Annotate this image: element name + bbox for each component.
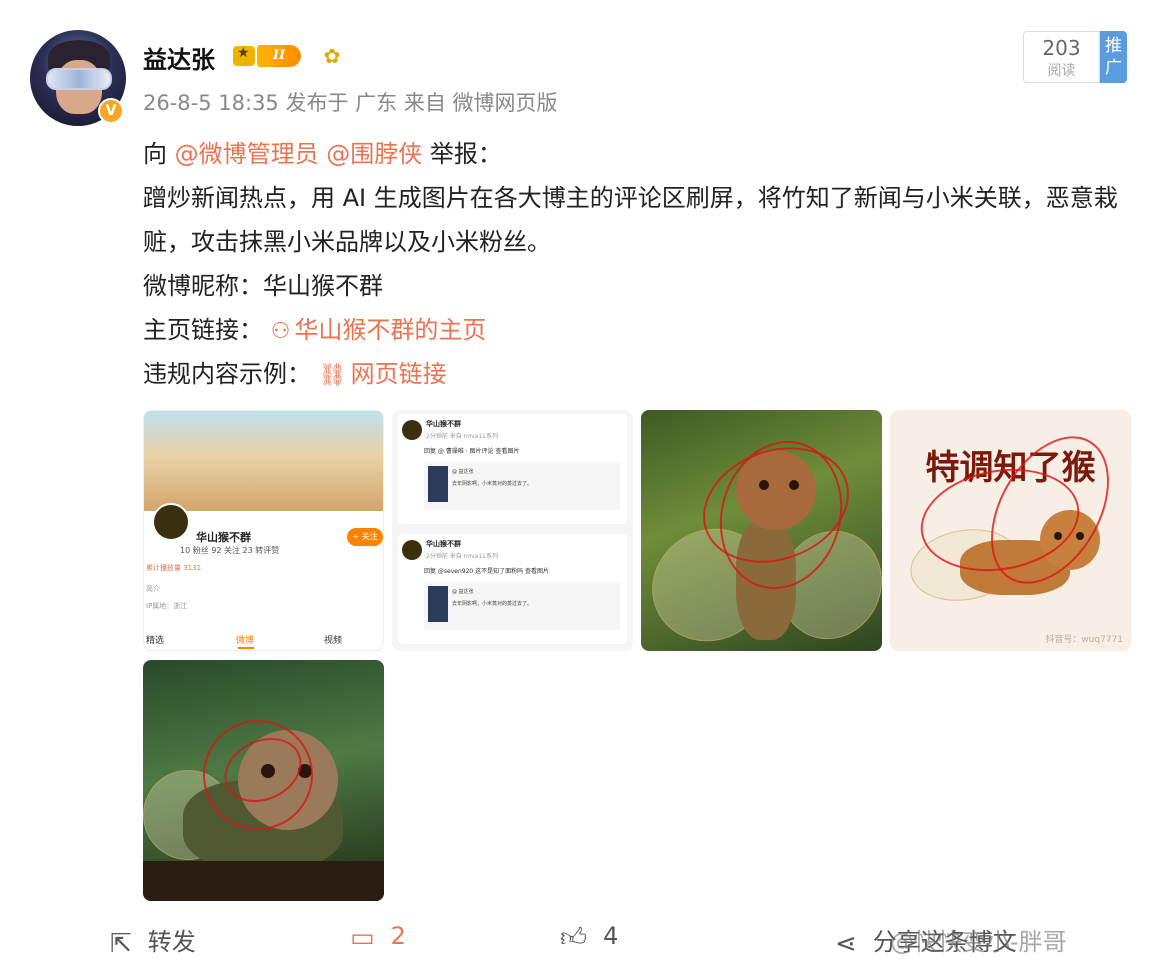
read-count: 203 [1042,36,1081,60]
link-icon: ⛓ [318,363,347,388]
quote-title: @ 益达张 [452,469,474,475]
crown-icon [233,45,255,66]
comment-reply: 回复 @ 曹操唯 · 图片评论 查看图片 [424,448,520,455]
vip-badge[interactable]: II [233,44,301,68]
comment-quote: @ 益达张 去年阴影啊，小米蒸对的蒸过去了。 [424,462,620,510]
image-thumbnail-comments[interactable]: 华山猴不群 2分钟前 来自 nova11系列 回复 @ 曹操唯 · 图片评论 查… [392,410,633,651]
homepage-label: 主页链接： [143,316,263,344]
comment-quote: @ 益达张 去年阴影啊，小米蒸对的蒸过去了。 [424,582,620,630]
promote-button[interactable]: 推广 [1100,31,1127,83]
text-paragraph: 蹭炒新闻热点，用 AI 生成图片在各大博主的评论区刷屏，将竹知了新闻与小米关联，… [143,184,1118,256]
like-count: 4 [603,922,619,950]
quote-thumbnail [428,466,448,502]
comment-avatar [402,540,422,560]
comment-reply: 回复 @seven920 这不是知了面粉吗 查看图片 [424,568,550,575]
homepage-link[interactable]: 华山猴不群的主页 [294,316,486,344]
comment-meta: 2分钟前 来自 nova11系列 [426,553,498,560]
log-surface [143,861,384,901]
profile-tab: 微博 [236,636,255,646]
mention-weiboxia[interactable]: @围脖侠 [326,140,422,168]
repost-icon: ⇱ [110,929,132,959]
weibo-post-card: V 益达张 II ✿ 26-8-5 18:35 发布于 广东 来自 微博网页版 … [0,0,1162,972]
comment-icon: ▭ [350,923,375,953]
profile-tabs: 精选 微博 视频 [144,631,383,650]
avatar-vr-visor [46,68,112,90]
image-thumbnail-monkey-closeup[interactable] [143,660,384,901]
read-count-box: 203 阅读 [1023,31,1100,83]
quote-text: 去年阴影啊，小米蒸对的蒸过去了。 [452,601,533,607]
text-example: 违规内容示例： ⛓ 网页链接 [143,352,1133,398]
profile-cover [144,411,383,511]
comment-name: 华山猴不群 [426,540,461,548]
text-homepage: 主页链接： ⚇ 华山猴不群的主页 [143,308,1133,354]
text-suffix: 举报： [429,140,502,168]
comment-meta: 2分钟前 来自 nova11系列 [426,433,498,440]
image-thumbnail-poster[interactable]: 特调知了猴 抖音号：wuq7771 [890,410,1131,651]
profile-tab: 视频 [324,636,343,646]
user-icon: ⚇ [270,319,291,344]
repost-label: 转发 [147,928,196,956]
quote-thumbnail [428,586,448,622]
comment-avatar [402,420,422,440]
comment-count: 2 [390,922,406,950]
quote-title: @ 益达张 [452,589,474,595]
profile-plays: 累计播放量 3131 [146,564,202,572]
image-thumbnail-monkey-cicada[interactable] [641,410,882,651]
username[interactable]: 益达张 [143,40,215,75]
example-label: 违规内容示例： [143,360,311,388]
profile-name: 华山猴不群 [196,531,251,544]
comment-button[interactable]: ▭ 2 [350,922,406,953]
comment-card: 华山猴不群 2分钟前 来自 nova11系列 回复 @ 曹操唯 · 图片评论 查… [398,414,627,524]
profile-stats: 10 粉丝 92 关注 23 转评赞 [180,546,280,555]
tab-underline [238,647,254,649]
comment-card: 华山猴不群 2分钟前 来自 nova11系列 回复 @seven920 这不是知… [398,534,627,644]
profile-tab: 精选 [146,636,165,646]
quote-text: 去年阴影啊，小米蒸对的蒸过去了。 [452,481,533,487]
repost-button[interactable]: ⇱ 转发 [110,922,196,959]
sunflower-icon[interactable]: ✿ [320,44,344,68]
comment-name: 华山猴不群 [426,420,461,428]
profile-bio: 简介 [146,585,160,593]
thumbs-up-icon: 👍︎ [560,923,588,953]
text-prefix: 向 [143,140,167,168]
image-thumbnail-profile[interactable]: 华山猴不群 10 粉丝 92 关注 23 转评赞 + 关注 累计播放量 3131… [143,410,384,651]
web-link[interactable]: 网页链接 [351,360,447,388]
verified-badge-icon: V [98,98,124,124]
mention-weibo-admin[interactable]: @微博管理员 [175,140,319,168]
text-line-report: 向 @微博管理员 @围脖侠 举报： [143,132,1133,176]
text-nickname: 微博昵称：华山猴不群 [143,272,383,300]
like-button[interactable]: 👍︎ 4 [560,922,618,953]
post-meta: 26-8-5 18:35 发布于 广东 来自 微博网页版 [143,91,558,115]
share-icon: ⋖ [835,929,857,959]
watermark: @快快变小-胖哥 [890,928,1067,956]
profile-follow-button: + 关注 [347,528,383,546]
read-label: 阅读 [1047,63,1076,79]
profile-ip: IP属地：浙江 [146,602,188,610]
vip-level: II [257,45,301,67]
profile-avatar [152,503,190,541]
poster-watermark: 抖音号：wuq7771 [1045,635,1123,645]
